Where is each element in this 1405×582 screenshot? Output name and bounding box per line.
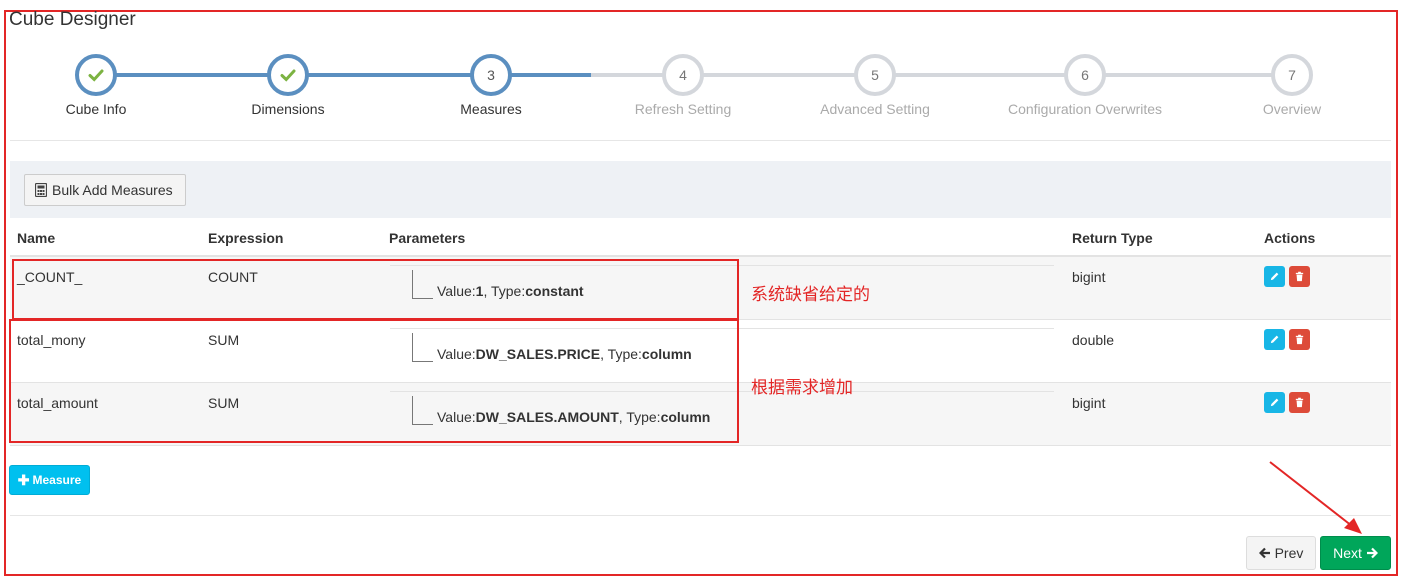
edit-button[interactable] (1264, 392, 1285, 413)
add-measure-label: Measure (32, 473, 82, 487)
add-measure-button[interactable]: ✚ Measure (9, 465, 90, 495)
divider (10, 140, 1391, 141)
step-number: 6 (1064, 54, 1106, 96)
wizard-step-5[interactable]: 5 (854, 54, 896, 96)
pencil-icon (1270, 335, 1279, 344)
header-actions: Actions (1264, 230, 1316, 246)
step-label-measures[interactable]: Measures (460, 101, 521, 117)
measure-return-type: bigint (1072, 395, 1106, 411)
annotation-custom-note: 根据需求增加 (751, 378, 853, 398)
table-header: Name Expression Parameters Return Type A… (10, 220, 1391, 257)
delete-button[interactable] (1289, 266, 1310, 287)
wizard-step-6[interactable]: 6 (1064, 54, 1106, 96)
measure-return-type: double (1072, 332, 1115, 348)
step-label-dimensions[interactable]: Dimensions (251, 101, 324, 117)
pencil-icon (1270, 272, 1279, 281)
wizard-steps: 3 4 5 6 7 Cube Info Dimensions Measures … (0, 0, 1405, 140)
bulk-add-label: Bulk Add Measures (52, 182, 173, 198)
annotation-default-note: 系统缺省给定的 (751, 285, 870, 305)
check-icon (280, 69, 296, 82)
measures-toolbar: Bulk Add Measures (10, 161, 1391, 218)
bulk-add-measures-button[interactable]: Bulk Add Measures (24, 174, 186, 206)
step-number: 7 (1271, 54, 1313, 96)
next-button[interactable]: Next (1320, 536, 1391, 570)
arrow-right-icon (1366, 547, 1378, 559)
step-number: 4 (662, 54, 704, 96)
edit-button[interactable] (1264, 329, 1285, 350)
step-circle (75, 54, 117, 96)
wizard-step-4[interactable]: 4 (662, 54, 704, 96)
divider (10, 515, 1391, 516)
step-label-advanced-setting[interactable]: Advanced Setting (820, 101, 930, 117)
measure-return-type: bigint (1072, 269, 1106, 285)
next-label: Next (1333, 545, 1362, 561)
wizard-step-1[interactable] (75, 54, 117, 96)
row-actions (1264, 266, 1310, 287)
annotation-box-default (12, 259, 739, 320)
plus-icon: ✚ (17, 472, 30, 488)
trash-icon (1295, 397, 1304, 408)
step-number: 3 (470, 54, 512, 96)
check-icon (88, 69, 104, 82)
header-return-type: Return Type (1072, 230, 1153, 246)
delete-button[interactable] (1289, 329, 1310, 350)
calculator-icon (35, 183, 47, 197)
wizard-progress-done (96, 73, 591, 77)
prev-label: Prev (1274, 545, 1304, 561)
step-number: 5 (854, 54, 896, 96)
row-actions (1264, 329, 1310, 350)
prev-button[interactable]: Prev (1246, 536, 1316, 570)
step-label-configuration-overwrites[interactable]: Configuration Overwrites (1008, 101, 1162, 117)
delete-button[interactable] (1289, 392, 1310, 413)
step-label-cube-info[interactable]: Cube Info (66, 101, 127, 117)
pencil-icon (1270, 398, 1279, 407)
edit-button[interactable] (1264, 266, 1285, 287)
annotation-box-custom (9, 319, 739, 443)
step-label-refresh-setting[interactable]: Refresh Setting (635, 101, 732, 117)
trash-icon (1295, 334, 1304, 345)
wizard-step-2[interactable] (267, 54, 309, 96)
row-actions (1264, 392, 1310, 413)
trash-icon (1295, 271, 1304, 282)
header-expression: Expression (208, 230, 284, 246)
wizard-step-3[interactable]: 3 (470, 54, 512, 96)
step-circle (267, 54, 309, 96)
wizard-step-7[interactable]: 7 (1271, 54, 1313, 96)
header-parameters: Parameters (389, 230, 466, 246)
arrow-left-icon (1258, 547, 1270, 559)
header-name: Name (17, 230, 56, 246)
step-label-overview[interactable]: Overview (1263, 101, 1321, 117)
